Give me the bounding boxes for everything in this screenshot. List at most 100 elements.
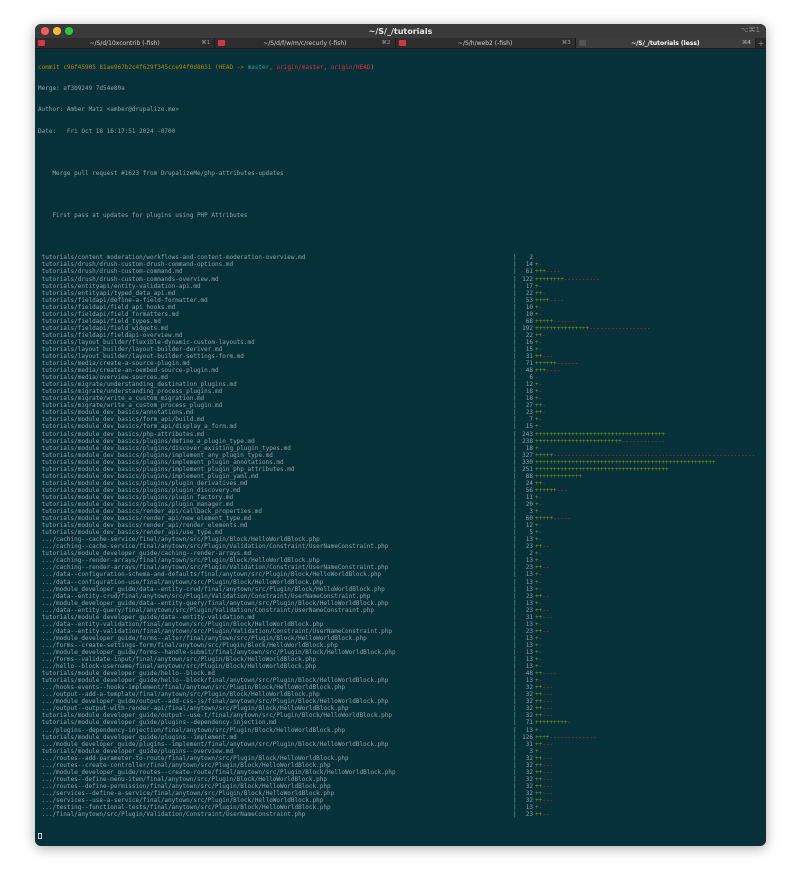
deletions-bar: --- xyxy=(542,740,554,748)
deletions-bar: --- xyxy=(542,613,554,621)
deletions-bar: - xyxy=(538,529,543,537)
deletions-bar: - xyxy=(535,254,539,262)
close-button-icon[interactable] xyxy=(41,27,49,35)
change-bar: +- xyxy=(535,304,762,311)
prompt-line[interactable] xyxy=(38,832,762,840)
deletions-bar: - xyxy=(538,303,543,311)
file-path: .../services--use-a-service/final/anytow… xyxy=(38,796,324,804)
change-bar: +- xyxy=(535,571,762,578)
change-bar: ++++++++++++++++++++++++++++++++++++++++… xyxy=(535,459,762,466)
diffstat-row: tutorials/module_dev_basics/form_api/dis… xyxy=(38,423,762,430)
change-count: 18 xyxy=(525,388,533,396)
deletions-bar: --- xyxy=(556,486,568,494)
change-count: 48 xyxy=(525,367,533,375)
insertions-bar: ++++++ xyxy=(535,360,557,368)
change-bar: +- xyxy=(535,727,762,734)
file-path: tutorials/media/create-an-oembed-source-… xyxy=(38,367,219,375)
commit-line: commit c96f45905 81ae967b2c4f629f345cce9… xyxy=(38,64,762,71)
deletions-bar: - xyxy=(538,578,543,586)
file-path: tutorials/module_dev_basics/form_api/bui… xyxy=(38,416,205,424)
change-bar: +- xyxy=(535,649,762,656)
change-count: 330 xyxy=(522,458,533,466)
block-cursor-icon xyxy=(38,833,42,840)
deletions-bar: ---- xyxy=(542,670,557,678)
maximize-button-icon[interactable] xyxy=(65,27,73,35)
file-path: .../module_developer_guide/data--entity-… xyxy=(38,585,385,593)
change-count: 18 xyxy=(525,395,533,403)
change-count: 10 xyxy=(525,303,533,311)
file-path: .../output--output-with-render-api/final… xyxy=(38,705,349,713)
tab-web2[interactable]: ~/S/h/web2 (-fish) ⌘3 xyxy=(395,38,576,48)
change-count: 32 xyxy=(525,789,533,797)
file-path: .../module_developer_guide/forms--alter/… xyxy=(38,634,367,642)
ref-sep: , xyxy=(323,64,331,72)
diffstat-row: tutorials/module_dev_basics/plugins/plug… xyxy=(38,494,762,501)
deletions-bar: - xyxy=(538,423,543,431)
file-path: tutorials/module_dev_basics/render_api/c… xyxy=(38,508,262,516)
change-bar: ++--- xyxy=(535,790,762,797)
terminal-output[interactable]: commit c96f45905 81ae967b2c4f629f345cce9… xyxy=(35,49,766,846)
file-path: .../hooks-events--hooks-implement/final/… xyxy=(38,684,346,692)
file-path: .../data--entity-validation/final/anytow… xyxy=(38,627,393,635)
change-bar: ++++---- xyxy=(535,297,762,304)
diffstat-row: tutorials/module_developer_guide/hello--… xyxy=(38,670,762,677)
change-bar: +++---- xyxy=(535,367,762,374)
diffstat-row: tutorials/module_dev_basics/plugins/impl… xyxy=(38,473,762,480)
file-path: tutorials/content_moderation/workflows-a… xyxy=(38,254,306,262)
tab-label: ~/S/d/f/w/m/c/recurly (-fish) xyxy=(263,39,347,47)
change-bar: +- xyxy=(535,663,762,670)
date-line: Date: Fri Oct 18 16:17:51 2024 -0700 xyxy=(38,127,176,135)
diffstat-row: tutorials/module_developer_guide/hello--… xyxy=(38,677,762,684)
change-count: 3 xyxy=(529,508,533,516)
insertions-bar: ++++++++++++++++++++++++ xyxy=(535,437,622,445)
diffstat-row: .../testing--functional-tests/final/anyt… xyxy=(38,804,762,811)
change-bar: ++- xyxy=(535,480,762,487)
diffstat-row: tutorials/fieldapi/define-a-field-format… xyxy=(38,297,762,304)
change-bar: +++++-----------------------------------… xyxy=(535,452,762,459)
change-count: 251 xyxy=(522,465,533,473)
change-count: 11 xyxy=(525,493,533,501)
change-bar: +- xyxy=(535,600,762,607)
insertions-bar: +++++++++++++++ xyxy=(535,324,590,332)
tab-tutorials[interactable]: ~/S/_/tutorials (less) ⌘4 xyxy=(575,38,756,48)
diffstat-row: .../module_developer_guide/forms--alter/… xyxy=(38,635,762,642)
change-count: 10 xyxy=(525,310,533,318)
deletions-bar: --- xyxy=(542,684,554,692)
insertions-bar: ++++ xyxy=(535,733,550,741)
diffstat-row: .../data--entity-validation/final/anytow… xyxy=(38,628,762,635)
file-path: tutorials/module_dev_basics/plugins/impl… xyxy=(38,451,273,459)
change-bar: ++-- xyxy=(535,593,762,600)
change-bar: +- xyxy=(535,579,762,586)
minimize-button-icon[interactable] xyxy=(53,27,61,35)
change-bar: ++--- xyxy=(535,776,762,783)
branch-master: master xyxy=(247,64,270,72)
tab-10xcontrib[interactable]: ~/S/d/10xcontrib (-fish) ⌘1 xyxy=(35,38,216,48)
change-count: 13 xyxy=(525,641,533,649)
insertions-bar: ++++++++++++++++++++++++++++++++++++++++… xyxy=(535,458,716,466)
change-bar: +++++++++- xyxy=(535,719,762,726)
terminal-tab-icon xyxy=(38,40,45,46)
new-tab-plus-icon[interactable]: + xyxy=(756,38,766,48)
file-path: tutorials/layout_builder/layout-builder-… xyxy=(38,353,244,361)
diffstat-row: tutorials/module_dev_basics/plugins/plug… xyxy=(38,480,762,487)
change-bar: +++++++++++++ xyxy=(535,473,762,480)
insertions-bar: +++++ xyxy=(535,317,554,325)
change-bar: ++--- xyxy=(535,705,762,712)
change-bar: +- xyxy=(535,395,762,402)
diffstat-row: .../caching--cache-service/final/anytown… xyxy=(38,536,762,543)
file-path: tutorials/migrate/write_a_custom_migrati… xyxy=(38,395,205,403)
terminal-tab-icon xyxy=(218,40,226,46)
deletions-bar: --- xyxy=(542,698,554,706)
tab-label: ~/S/_/tutorials (less) xyxy=(631,39,700,47)
diffstat-row: tutorials/fieldapi/field_widgets.md | 192 +… xyxy=(38,325,762,332)
change-bar: ++- xyxy=(535,332,762,339)
insertions-bar: ++++ xyxy=(535,296,550,304)
change-count: 14 xyxy=(525,261,533,269)
change-bar: +- xyxy=(535,656,762,663)
tab-recurly[interactable]: ~/S/d/f/w/m/c/recurly (-fish) ⌘2 xyxy=(215,38,396,48)
deletions-bar: --- xyxy=(542,789,554,797)
change-count: 13 xyxy=(525,536,533,544)
change-count: 3 xyxy=(529,747,533,755)
deletions-bar: ------------ xyxy=(621,437,666,445)
